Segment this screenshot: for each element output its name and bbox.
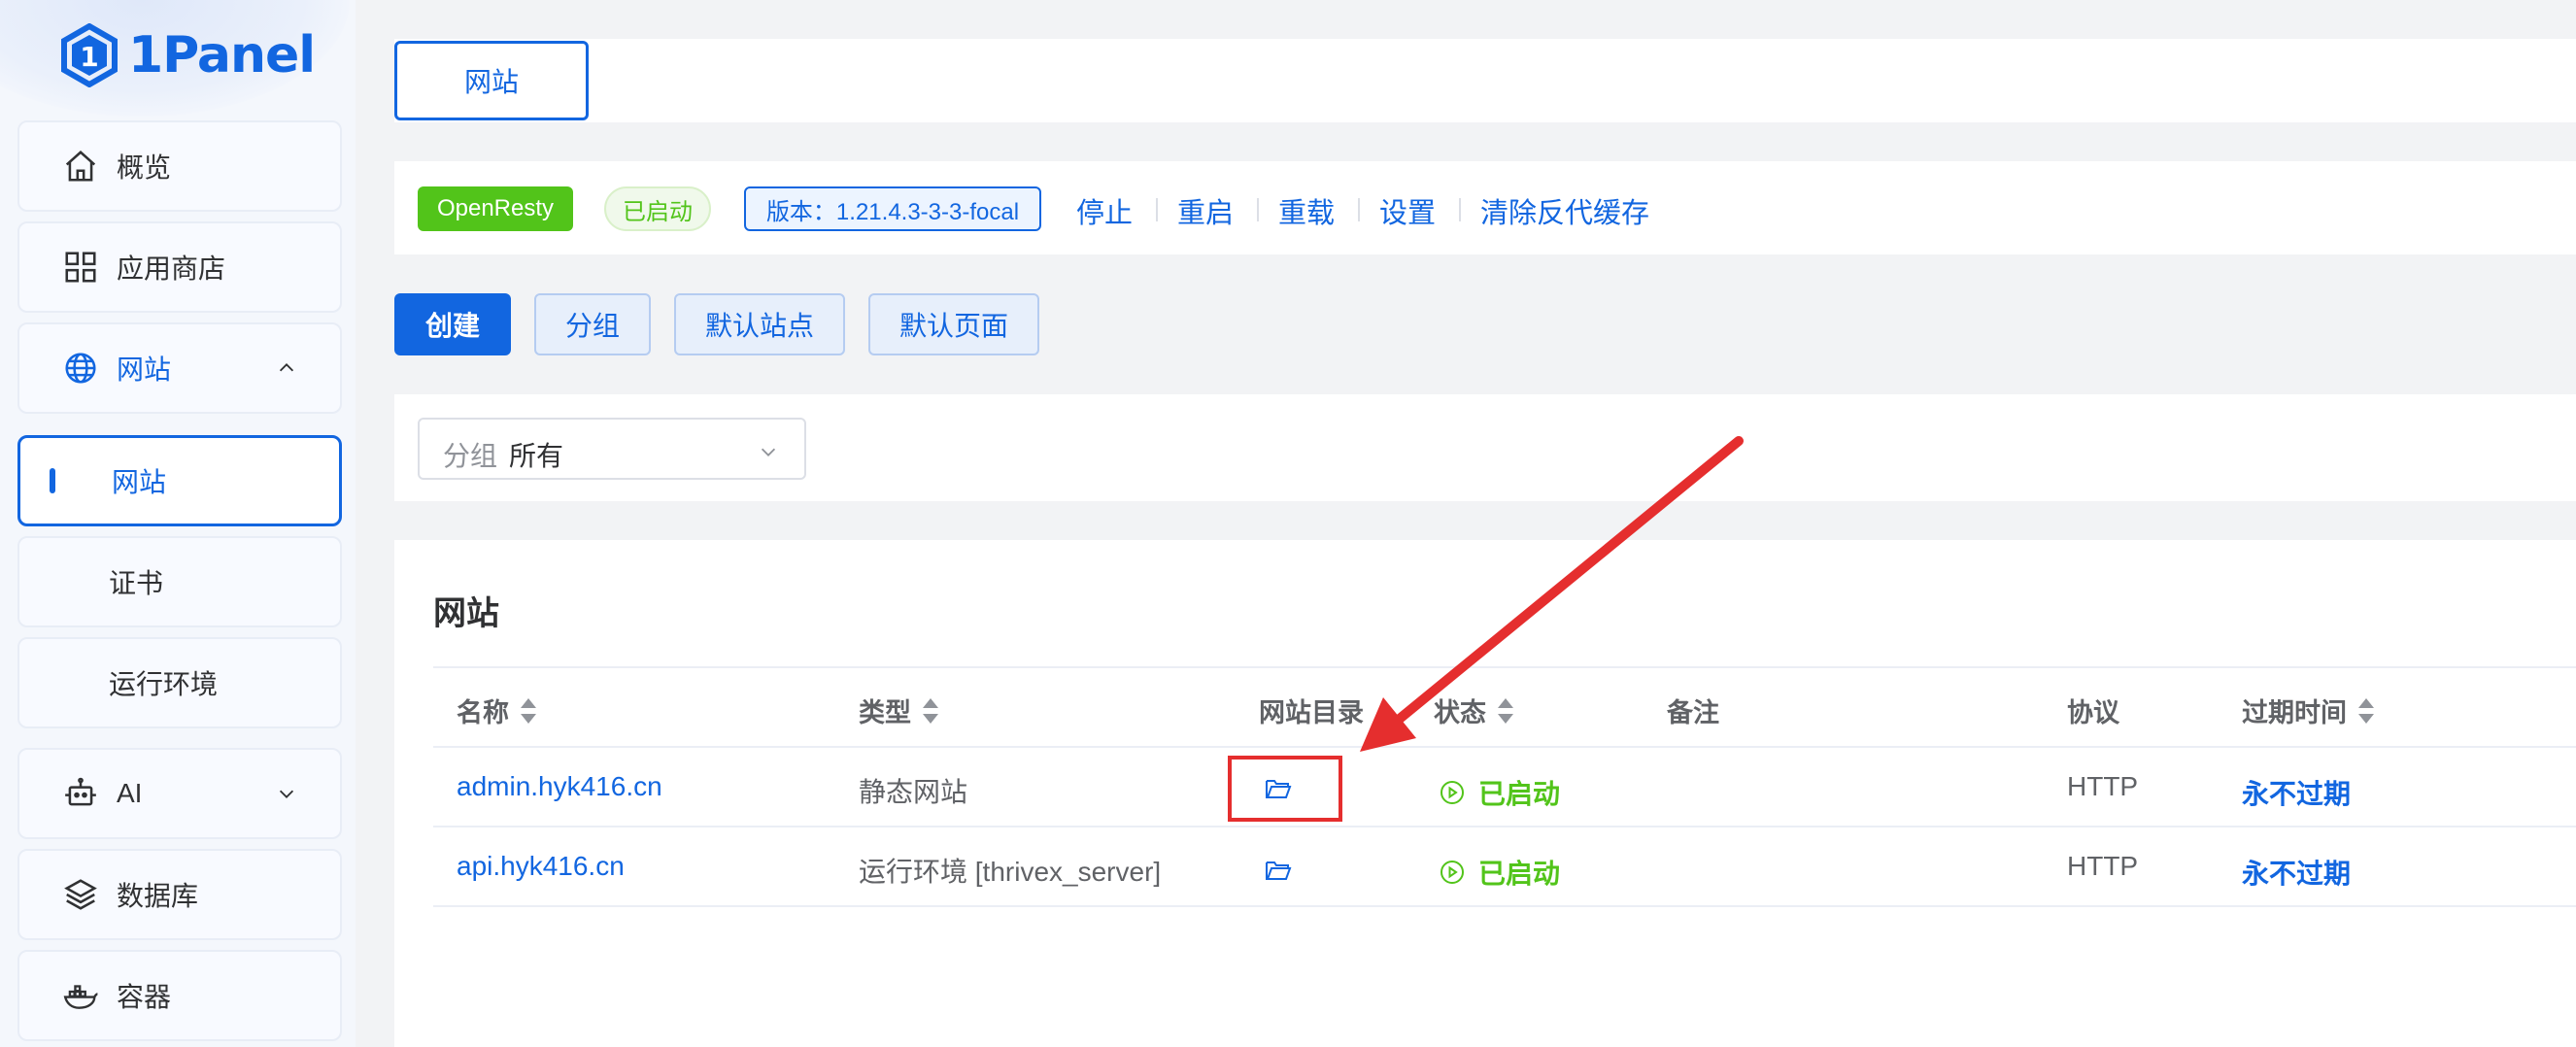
site-type: 静态网站 (859, 777, 968, 807)
sidebar-item-label: 数据库 (117, 881, 199, 911)
site-expire[interactable]: 永不过期 (2242, 853, 2351, 892)
sidebar-item-label: 容器 (117, 982, 172, 1012)
tab-websites[interactable]: 网站 (394, 41, 589, 120)
site-type: 运行环境 [thrivex_server] (859, 857, 1162, 887)
folder-open-icon[interactable] (1265, 859, 1292, 882)
divider (1459, 198, 1461, 221)
group-filter-label: 分组 (443, 441, 498, 471)
app-logo[interactable]: 1 1Panel (60, 21, 316, 89)
chevron-down-icon (761, 448, 776, 456)
annotation-highlight-box (1228, 756, 1342, 822)
chevron-up-icon (279, 363, 294, 372)
sidebar-item-label: AI (117, 778, 143, 808)
globe-icon (65, 353, 96, 384)
column-header-label: 名称 (457, 698, 509, 727)
divider (1358, 198, 1360, 221)
sidebar-item-certificates[interactable]: 证书 (17, 536, 342, 627)
sidebar-item-containers[interactable]: 容器 (17, 950, 342, 1041)
home-icon (65, 151, 96, 182)
column-header-status[interactable]: 状态 (1434, 692, 1513, 729)
sidebar-item-label: 证书 (109, 568, 164, 598)
column-header-name[interactable]: 名称 (457, 692, 536, 729)
site-protocol: HTTP (2067, 771, 2139, 801)
divider (1156, 198, 1158, 221)
site-status[interactable]: 已启动 (1440, 853, 1560, 892)
divider (1257, 198, 1259, 221)
group-filter-select[interactable]: 分组 所有 (418, 418, 806, 480)
stop-link[interactable]: 停止 (1076, 190, 1133, 231)
row-divider (433, 826, 2576, 827)
play-circle-icon (1441, 781, 1464, 804)
sidebar-item-websites-group[interactable]: 网站 (17, 322, 342, 414)
group-filter-value: 所有 (509, 441, 564, 471)
column-header-label: 协议 (2067, 698, 2119, 727)
clear-proxy-cache-link[interactable]: 清除反代缓存 (1480, 190, 1649, 231)
column-header-label: 类型 (859, 698, 911, 727)
robot-icon (65, 777, 96, 806)
tabs-bar (394, 39, 2576, 122)
column-header-expire[interactable]: 过期时间 (2242, 692, 2374, 729)
svg-text:1: 1 (80, 41, 98, 73)
sidebar-item-app-store[interactable]: 应用商店 (17, 221, 342, 313)
site-name-link[interactable]: api.hyk416.cn (457, 851, 625, 882)
openresty-name-badge: OpenResty (418, 186, 573, 231)
layers-icon (64, 879, 97, 910)
sidebar-item-label: 概览 (117, 152, 172, 183)
chevron-down-icon (279, 790, 294, 798)
app-name: 1Panel (128, 26, 316, 84)
default-site-button[interactable]: 默认站点 (674, 293, 845, 355)
group-button[interactable]: 分组 (534, 293, 651, 355)
column-header-label: 过期时间 (2242, 698, 2347, 727)
sidebar-item-label: 运行环境 (109, 669, 219, 699)
sidebar-item-database[interactable]: 数据库 (17, 849, 342, 940)
site-status-label: 已启动 (1478, 779, 1561, 809)
sidebar: 1 1Panel 概览 应用商店 网站 网站 证书 运行环境 AI 数据库 容器 (0, 0, 356, 1047)
openresty-version-badge: 版本：1.21.4.3-3-3-focal (744, 186, 1041, 231)
sidebar-item-label: 应用商店 (117, 253, 226, 284)
column-header-type[interactable]: 类型 (859, 692, 938, 729)
settings-link[interactable]: 设置 (1379, 190, 1436, 231)
site-status-label: 已启动 (1478, 859, 1561, 889)
docker-icon (63, 985, 98, 1009)
column-header-label: 备注 (1667, 698, 1719, 727)
create-button[interactable]: 创建 (394, 293, 511, 355)
play-circle-icon (1441, 861, 1464, 884)
active-indicator (50, 468, 55, 493)
table-header-top-border (433, 666, 2576, 668)
column-header-protocol: 协议 (2067, 692, 2119, 729)
table-header-bottom-border (433, 746, 2576, 748)
sort-icon[interactable] (1496, 697, 1513, 724)
table-title: 网站 (433, 595, 499, 632)
sidebar-item-ai[interactable]: AI (17, 748, 342, 839)
row-divider (433, 905, 2576, 907)
column-header-remark: 备注 (1667, 692, 1719, 729)
sidebar-item-label: 网站 (112, 467, 167, 497)
site-name-link[interactable]: admin.hyk416.cn (457, 771, 662, 802)
openresty-status-badge: 已启动 (604, 186, 711, 231)
site-expire[interactable]: 永不过期 (2242, 773, 2351, 812)
restart-link[interactable]: 重启 (1177, 190, 1234, 231)
sidebar-item-overview[interactable]: 概览 (17, 120, 342, 212)
default-page-button[interactable]: 默认页面 (868, 293, 1039, 355)
sidebar-item-runtime[interactable]: 运行环境 (17, 637, 342, 728)
sort-icon[interactable] (2356, 697, 2374, 724)
site-status[interactable]: 已启动 (1440, 773, 1560, 812)
site-protocol: HTTP (2067, 851, 2139, 881)
sidebar-item-label: 网站 (117, 355, 172, 385)
sort-icon[interactable] (921, 697, 938, 724)
logo-icon: 1 (61, 23, 118, 87)
reload-link[interactable]: 重载 (1278, 190, 1335, 231)
column-header-site-dir: 网站目录 (1259, 692, 1364, 729)
grid-icon (65, 252, 96, 283)
column-header-label: 状态 (1434, 698, 1486, 727)
sort-icon[interactable] (519, 697, 536, 724)
sidebar-item-websites[interactable]: 网站 (17, 435, 342, 526)
column-header-label: 网站目录 (1259, 698, 1364, 727)
